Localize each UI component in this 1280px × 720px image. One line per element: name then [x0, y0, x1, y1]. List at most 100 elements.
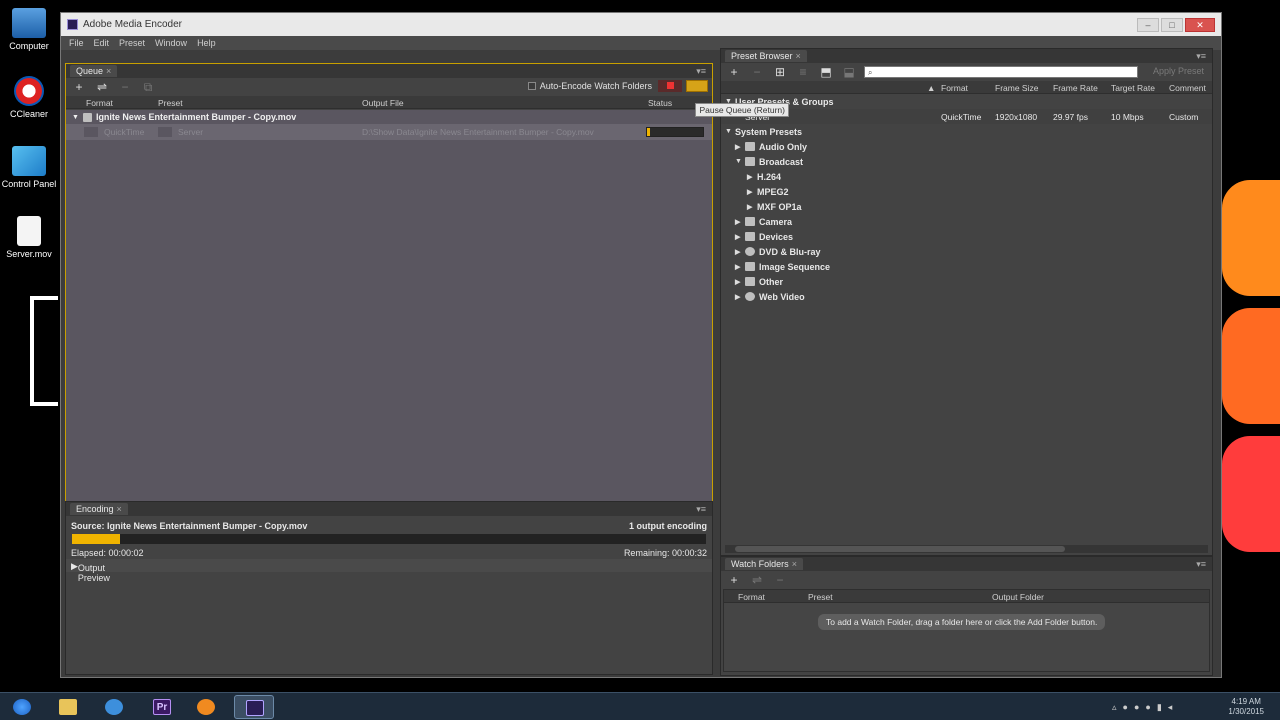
preset-row-server[interactable]: Server QuickTime 1920x1080 29.97 fps 10 …: [721, 109, 1212, 124]
col-preset[interactable]: Preset: [158, 98, 183, 108]
menu-window[interactable]: Window: [155, 38, 187, 48]
watch-folder-drop-area[interactable]: Format Preset Output Folder To add a Wat…: [723, 589, 1210, 672]
panel-menu-icon[interactable]: ▾≡: [1196, 51, 1206, 62]
desktop-icon-server-mov[interactable]: Server.mov: [1, 216, 57, 259]
output-preview-toggle[interactable]: ▶ Output Preview: [71, 561, 110, 583]
start-button[interactable]: [2, 695, 42, 719]
remove-preset-button[interactable]: −: [750, 65, 764, 79]
preset-folder-devices[interactable]: ▶ Devices: [721, 229, 1212, 244]
close-tab-icon[interactable]: ×: [796, 51, 801, 61]
tab-watch-folders[interactable]: Watch Folders ×: [725, 558, 803, 570]
minimize-button[interactable]: –: [1137, 18, 1159, 32]
panel-menu-icon[interactable]: ▾≡: [1196, 559, 1206, 570]
menu-help[interactable]: Help: [197, 38, 216, 48]
preset-folder-dvd[interactable]: ▶ DVD & Blu-ray: [721, 244, 1212, 259]
duplicate-button[interactable]: ⧉: [141, 80, 155, 95]
preset-folder-mxf[interactable]: ▶ MXF OP1a: [721, 199, 1212, 214]
col-output-file[interactable]: Output File: [362, 98, 404, 108]
tab-preset-browser[interactable]: Preset Browser ×: [725, 50, 807, 62]
output-preset[interactable]: Server: [178, 127, 203, 137]
settings-sliders-icon[interactable]: ⇌: [95, 80, 109, 94]
expand-right-icon[interactable]: ▶: [735, 248, 745, 256]
expand-down-icon[interactable]: ▼: [72, 114, 79, 121]
remove-folder-button[interactable]: −: [773, 573, 787, 587]
close-tab-icon[interactable]: ×: [106, 66, 111, 76]
close-tab-icon[interactable]: ×: [117, 504, 122, 514]
col-format[interactable]: Format: [86, 98, 113, 108]
folder-settings-icon[interactable]: ⇌: [750, 573, 764, 587]
col-comment[interactable]: Comment: [1169, 83, 1206, 93]
taskbar-media-player[interactable]: [186, 695, 226, 719]
preset-folder-broadcast[interactable]: ▼ Broadcast: [721, 154, 1212, 169]
apply-preset-button[interactable]: Apply Preset: [1153, 66, 1204, 76]
expand-right-icon[interactable]: ▶: [735, 233, 745, 241]
panel-menu-icon[interactable]: ▾≡: [696, 66, 706, 77]
desktop-icon-ccleaner[interactable]: CCleaner: [1, 76, 57, 119]
panel-menu-icon[interactable]: ▾≡: [696, 504, 706, 515]
taskbar-premiere[interactable]: Pr: [142, 695, 182, 719]
close-button[interactable]: ✕: [1185, 18, 1215, 32]
output-path[interactable]: D:\Show Data\Ignite News Entertainment B…: [362, 127, 594, 137]
expand-right-icon[interactable]: ▶: [735, 143, 745, 151]
tab-encoding[interactable]: Encoding ×: [70, 503, 128, 515]
col-target-rate[interactable]: Target Rate: [1111, 83, 1155, 93]
tab-queue[interactable]: Queue ×: [70, 65, 118, 77]
taskbar-explorer[interactable]: [48, 695, 88, 719]
maximize-button[interactable]: □: [1161, 18, 1183, 32]
auto-encode-checkbox[interactable]: [527, 82, 536, 90]
menu-edit[interactable]: Edit: [94, 38, 110, 48]
col-preset[interactable]: Preset: [808, 592, 833, 602]
expand-right-icon[interactable]: ▶: [735, 293, 745, 301]
horizontal-scrollbar[interactable]: [725, 545, 1208, 553]
expand-right-icon[interactable]: ▶: [735, 278, 745, 286]
preset-folder-web-video[interactable]: ▶ Web Video: [721, 289, 1212, 304]
user-presets-group[interactable]: ▼ User Presets & Groups: [721, 94, 1212, 109]
clock[interactable]: 4:19 AM 1/30/2015: [1228, 697, 1264, 717]
menu-preset[interactable]: Preset: [119, 38, 145, 48]
preset-folder-mpeg2[interactable]: ▶ MPEG2: [721, 184, 1212, 199]
preset-settings-icon[interactable]: ≡: [796, 65, 810, 79]
col-status[interactable]: Status: [648, 98, 672, 108]
desktop-icon-control-panel[interactable]: Control Panel: [1, 146, 57, 189]
tray-icons[interactable]: ▵●●●▮◂: [1112, 702, 1178, 713]
expand-down-icon[interactable]: ▼: [725, 128, 735, 135]
menu-file[interactable]: File: [69, 38, 84, 48]
preset-folder-image-sequence[interactable]: ▶ Image Sequence: [721, 259, 1212, 274]
preset-folder-camera[interactable]: ▶ Camera: [721, 214, 1212, 229]
col-output-folder[interactable]: Output Folder: [992, 592, 1044, 602]
add-folder-button[interactable]: +: [727, 573, 741, 587]
expand-right-icon[interactable]: ▶: [735, 263, 745, 271]
expand-right-icon[interactable]: ▶: [747, 173, 757, 181]
col-format[interactable]: Format: [738, 592, 765, 602]
desktop-icon-computer[interactable]: Computer: [1, 8, 57, 51]
pause-queue-button[interactable]: Pause Queue (Return): [686, 80, 789, 117]
queue-output-row[interactable]: QuickTime Server D:\Show Data\Ignite New…: [66, 124, 712, 140]
remove-button[interactable]: −: [118, 80, 132, 94]
expand-right-icon[interactable]: ▶: [747, 188, 757, 196]
expand-down-icon[interactable]: ▼: [735, 158, 745, 165]
system-presets-group[interactable]: ▼ System Presets: [721, 124, 1212, 139]
queue-source-row[interactable]: ▼ Ignite News Entertainment Bumper - Cop…: [66, 110, 712, 124]
preset-dropdown-icon[interactable]: [158, 127, 172, 137]
col-frame-size[interactable]: Frame Size: [995, 83, 1038, 93]
taskbar-ie[interactable]: [94, 695, 134, 719]
col-format[interactable]: Format: [941, 83, 968, 93]
format-dropdown-icon[interactable]: [84, 127, 98, 137]
expand-right-icon[interactable]: ▶: [747, 203, 757, 211]
new-group-icon[interactable]: ⊞: [773, 65, 787, 79]
expand-right-icon[interactable]: ▶: [735, 218, 745, 226]
output-format[interactable]: QuickTime: [104, 127, 144, 137]
close-tab-icon[interactable]: ×: [792, 559, 797, 569]
taskbar-media-encoder[interactable]: [234, 695, 274, 719]
new-preset-button[interactable]: +: [727, 65, 741, 79]
export-preset-icon[interactable]: ⬓: [842, 65, 856, 79]
add-source-button[interactable]: +: [72, 80, 86, 94]
preset-folder-h264[interactable]: ▶ H.264: [721, 169, 1212, 184]
stop-queue-button[interactable]: [658, 80, 682, 92]
preset-folder-audio-only[interactable]: ▶ Audio Only: [721, 139, 1212, 154]
preset-search-input[interactable]: ⌕: [864, 66, 1138, 78]
import-preset-icon[interactable]: ⬒: [819, 65, 833, 79]
col-frame-rate[interactable]: Frame Rate: [1053, 83, 1098, 93]
scrollbar-thumb[interactable]: [735, 546, 1065, 552]
sort-arrow-icon[interactable]: ▲: [927, 83, 935, 93]
